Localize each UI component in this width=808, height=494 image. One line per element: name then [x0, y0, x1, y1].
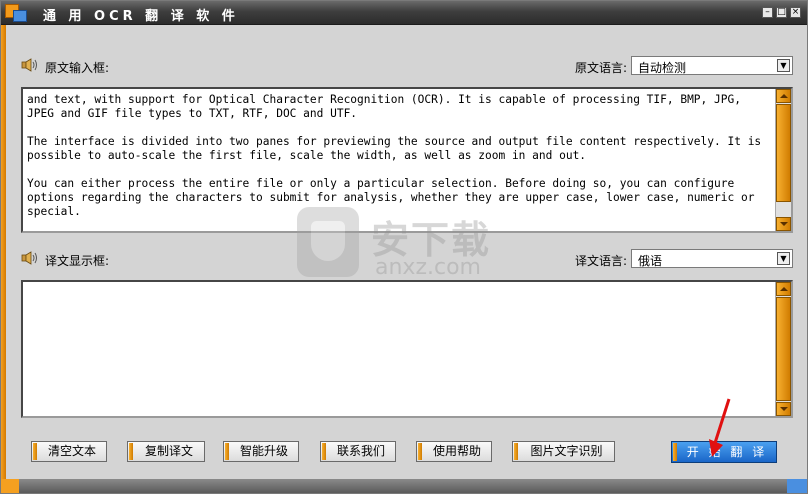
- target-text[interactable]: [27, 286, 769, 412]
- source-language-value: 自动检测: [638, 61, 687, 75]
- scroll-up-icon[interactable]: [776, 282, 791, 296]
- close-button[interactable]: ×: [790, 7, 801, 18]
- speaker-icon[interactable]: [21, 251, 39, 265]
- speaker-icon[interactable]: [21, 58, 39, 72]
- dropdown-arrow-icon[interactable]: ▼: [777, 59, 790, 72]
- watermark: 安下载 anxz.com: [297, 205, 507, 285]
- source-language-label: 原文语言:: [574, 61, 627, 75]
- source-scrollbar[interactable]: [775, 89, 791, 231]
- target-label: 译文显示框:: [45, 254, 110, 268]
- status-bar: [1, 479, 807, 493]
- image-ocr-button[interactable]: 图片文字识别: [512, 441, 615, 462]
- target-scrollbar[interactable]: [775, 282, 791, 416]
- contact-us-button[interactable]: 联系我们: [320, 441, 396, 462]
- app-window: 通 用 OCR 翻 译 软 件 – □ × 原文输入框: 原文语言: 自动检测 …: [0, 0, 808, 494]
- scroll-thumb[interactable]: [776, 104, 791, 202]
- smart-upgrade-button[interactable]: 智能升级: [223, 441, 299, 462]
- help-button[interactable]: 使用帮助: [416, 441, 492, 462]
- title-bar[interactable]: 通 用 OCR 翻 译 软 件 – □ ×: [1, 1, 807, 25]
- target-language-select[interactable]: 俄语 ▼: [631, 249, 793, 268]
- target-language-label: 译文语言:: [574, 254, 627, 268]
- window-title: 通 用 OCR 翻 译 软 件: [43, 9, 239, 24]
- scroll-up-icon[interactable]: [776, 89, 791, 103]
- target-textarea[interactable]: [21, 280, 793, 418]
- app-logo-icon: [5, 4, 35, 22]
- target-language-value: 俄语: [638, 254, 663, 268]
- minimize-button[interactable]: –: [762, 7, 773, 18]
- red-arrow-icon: [709, 398, 731, 457]
- bottom-accent-left: [1, 479, 19, 493]
- scroll-thumb[interactable]: [776, 297, 791, 401]
- watermark-sub: anxz.com: [375, 255, 481, 280]
- source-label: 原文输入框:: [45, 61, 110, 75]
- dropdown-arrow-icon[interactable]: ▼: [777, 252, 790, 265]
- left-accent-stripe: [1, 25, 6, 480]
- clear-text-button[interactable]: 清空文本: [31, 441, 107, 462]
- scroll-down-icon[interactable]: [776, 217, 791, 231]
- maximize-button[interactable]: □: [776, 7, 787, 18]
- bottom-accent-right: [787, 479, 807, 493]
- copy-translation-button[interactable]: 复制译文: [127, 441, 205, 462]
- source-language-select[interactable]: 自动检测 ▼: [631, 56, 793, 75]
- source-header-row: 原文输入框: 原文语言: 自动检测 ▼: [21, 55, 793, 77]
- scroll-down-icon[interactable]: [776, 402, 791, 416]
